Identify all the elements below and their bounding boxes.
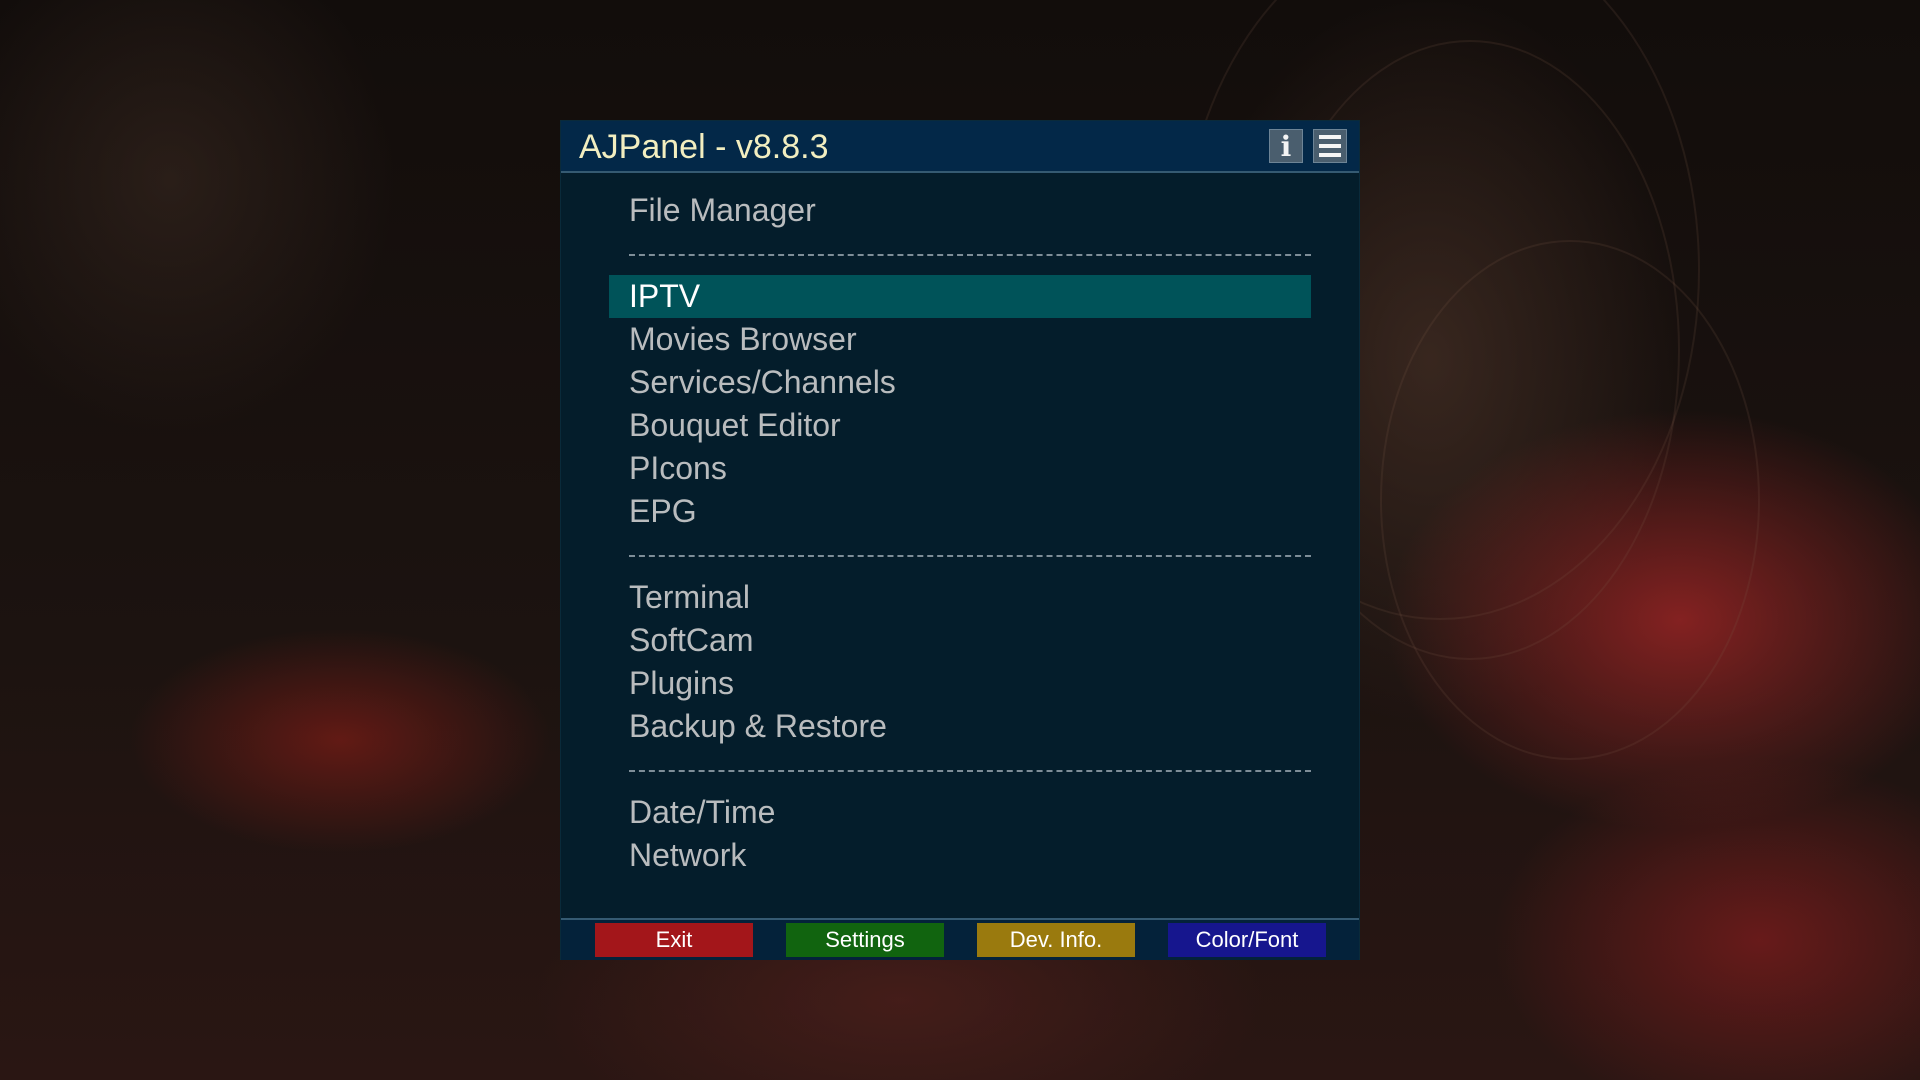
color-key-bar: Exit Settings Dev. Info. Color/Font — [561, 918, 1359, 960]
menu-item-date-time[interactable]: Date/Time — [609, 791, 1311, 834]
menu-item-file-manager[interactable]: File Manager — [609, 189, 1311, 232]
exit-button[interactable]: Exit — [595, 923, 753, 957]
menu-separator — [629, 533, 1311, 576]
menu-item-services-channels[interactable]: Services/Channels — [609, 361, 1311, 404]
main-menu-list: File Manager IPTV Movies Browser Services/C… — [609, 189, 1311, 877]
color-font-button[interactable]: Color/Font — [1168, 923, 1326, 957]
menu-bar-line — [1319, 135, 1341, 139]
menu-item-picons[interactable]: PIcons — [609, 447, 1311, 490]
menu-item-plugins[interactable]: Plugins — [609, 662, 1311, 705]
menu-item-epg[interactable]: EPG — [609, 490, 1311, 533]
dev-info-button[interactable]: Dev. Info. — [977, 923, 1135, 957]
menu-item-terminal[interactable]: Terminal — [609, 576, 1311, 619]
menu-item-bouquet-editor[interactable]: Bouquet Editor — [609, 404, 1311, 447]
menu-bar-line — [1319, 144, 1341, 148]
menu-bar-line — [1319, 153, 1341, 157]
menu-item-softcam[interactable]: SoftCam — [609, 619, 1311, 662]
menu-item-network[interactable]: Network — [609, 834, 1311, 877]
menu-item-iptv[interactable]: IPTV — [609, 275, 1311, 318]
info-icon[interactable]: i — [1269, 129, 1303, 163]
title-bar: AJPanel - v8.8.3 i — [561, 121, 1359, 173]
menu-item-movies-browser[interactable]: Movies Browser — [609, 318, 1311, 361]
window-title: AJPanel - v8.8.3 — [579, 128, 829, 166]
background-detail — [1380, 240, 1760, 760]
settings-button[interactable]: Settings — [786, 923, 944, 957]
menu-separator — [629, 748, 1311, 791]
hamburger-menu-icon[interactable] — [1313, 129, 1347, 163]
ajpanel-window: AJPanel - v8.8.3 i File Manager IPTV Movie… — [560, 120, 1360, 960]
menu-separator — [629, 232, 1311, 275]
info-glyph: i — [1280, 129, 1292, 163]
menu-item-backup-restore[interactable]: Backup & Restore — [609, 705, 1311, 748]
